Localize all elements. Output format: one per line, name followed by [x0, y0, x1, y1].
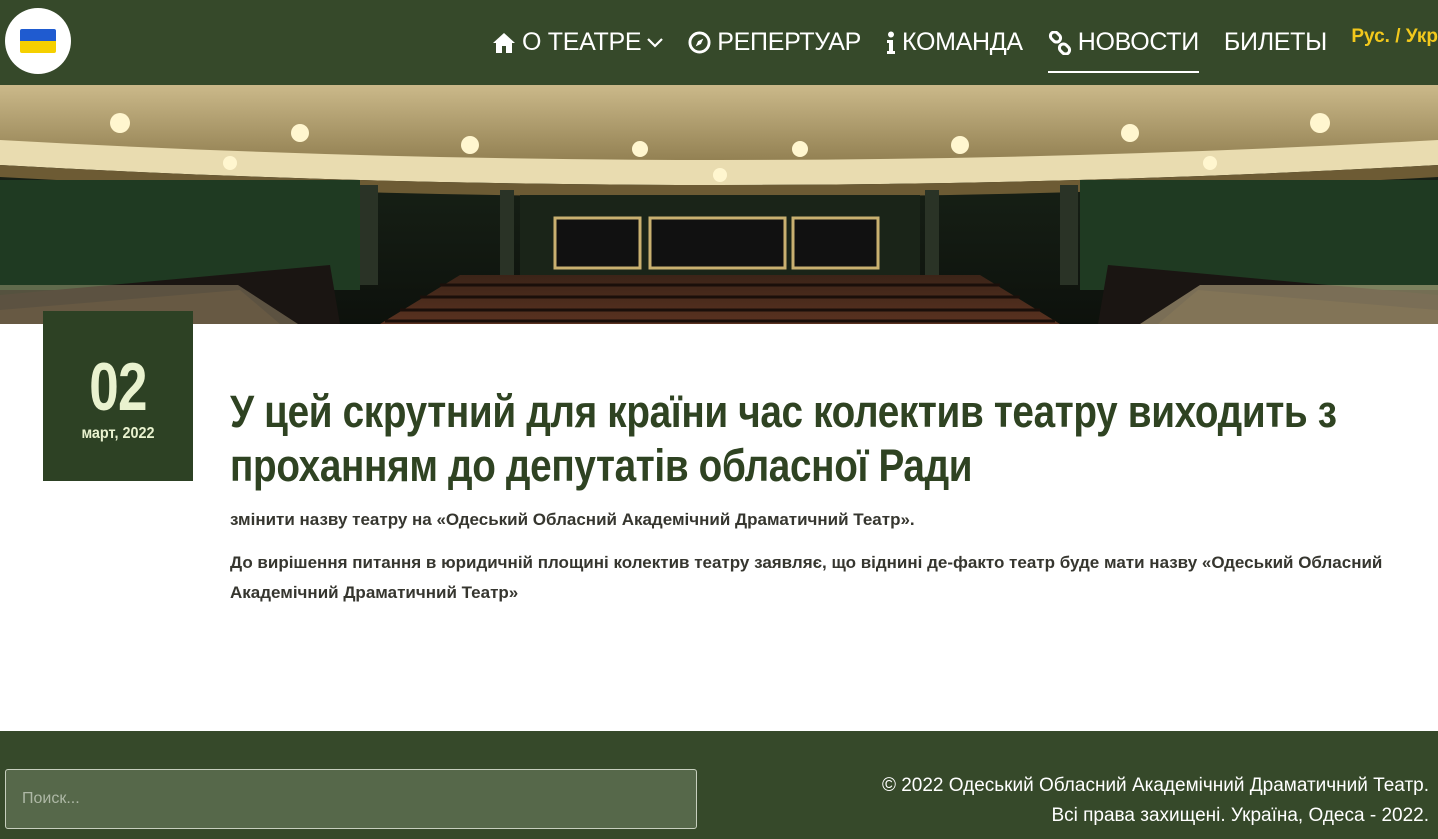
info-icon — [886, 31, 896, 55]
main-nav: О ТЕАТРЕ РЕПЕРТУАР КОМАНДА НОВОСТИ БИЛЕТ… — [492, 0, 1352, 85]
hero-theatre-hall-image — [0, 85, 1438, 324]
nav-label: О ТЕАТРЕ — [522, 28, 642, 56]
copyright: © 2022 Одеський Обласний Академічний Дра… — [882, 771, 1429, 831]
date-day: 02 — [89, 349, 147, 425]
nav-item-tickets[interactable]: БИЛЕТЫ — [1224, 23, 1327, 63]
date-badge: 02 март, 2022 — [43, 311, 193, 481]
site-footer: © 2022 Одеський Обласний Академічний Дра… — [0, 731, 1438, 839]
nav-label: БИЛЕТЫ — [1223, 28, 1327, 56]
site-header: О ТЕАТРЕ РЕПЕРТУАР КОМАНДА НОВОСТИ БИЛЕТ… — [0, 0, 1438, 85]
nav-label: НОВОСТИ — [1077, 28, 1199, 56]
link-icon — [1048, 30, 1072, 55]
article-title: У цей скрутний для країни час колектив т… — [230, 386, 1337, 491]
article-body: До вирішення питання в юридичній площині… — [230, 553, 1383, 602]
search-input[interactable] — [5, 769, 697, 829]
ukraine-flag-icon — [20, 29, 56, 53]
home-icon — [492, 32, 516, 54]
nav-label: КОМАНДА — [901, 28, 1023, 56]
nav-item-repertoire[interactable]: РЕПЕРТУАР — [688, 23, 861, 63]
copyright-line-2: Всі права захищені. Україна, Одеса - 202… — [1051, 805, 1429, 826]
nav-item-team[interactable]: КОМАНДА — [886, 23, 1023, 63]
copyright-line-1: © 2022 Одеський Обласний Академічний Дра… — [881, 775, 1429, 796]
nav-item-about[interactable]: О ТЕАТРЕ — [492, 23, 664, 63]
nav-label: РЕПЕРТУАР — [717, 28, 861, 56]
logo[interactable] — [5, 8, 71, 74]
nav-item-news[interactable]: НОВОСТИ — [1047, 23, 1199, 73]
compass-icon — [688, 31, 711, 54]
date-month-year: март, 2022 — [81, 425, 155, 442]
chevron-down-icon — [647, 37, 664, 48]
language-switcher[interactable]: Рус. / Укр — [1351, 26, 1438, 48]
article-lead: змінити назву театру на «Одеський Обласн… — [230, 510, 915, 529]
